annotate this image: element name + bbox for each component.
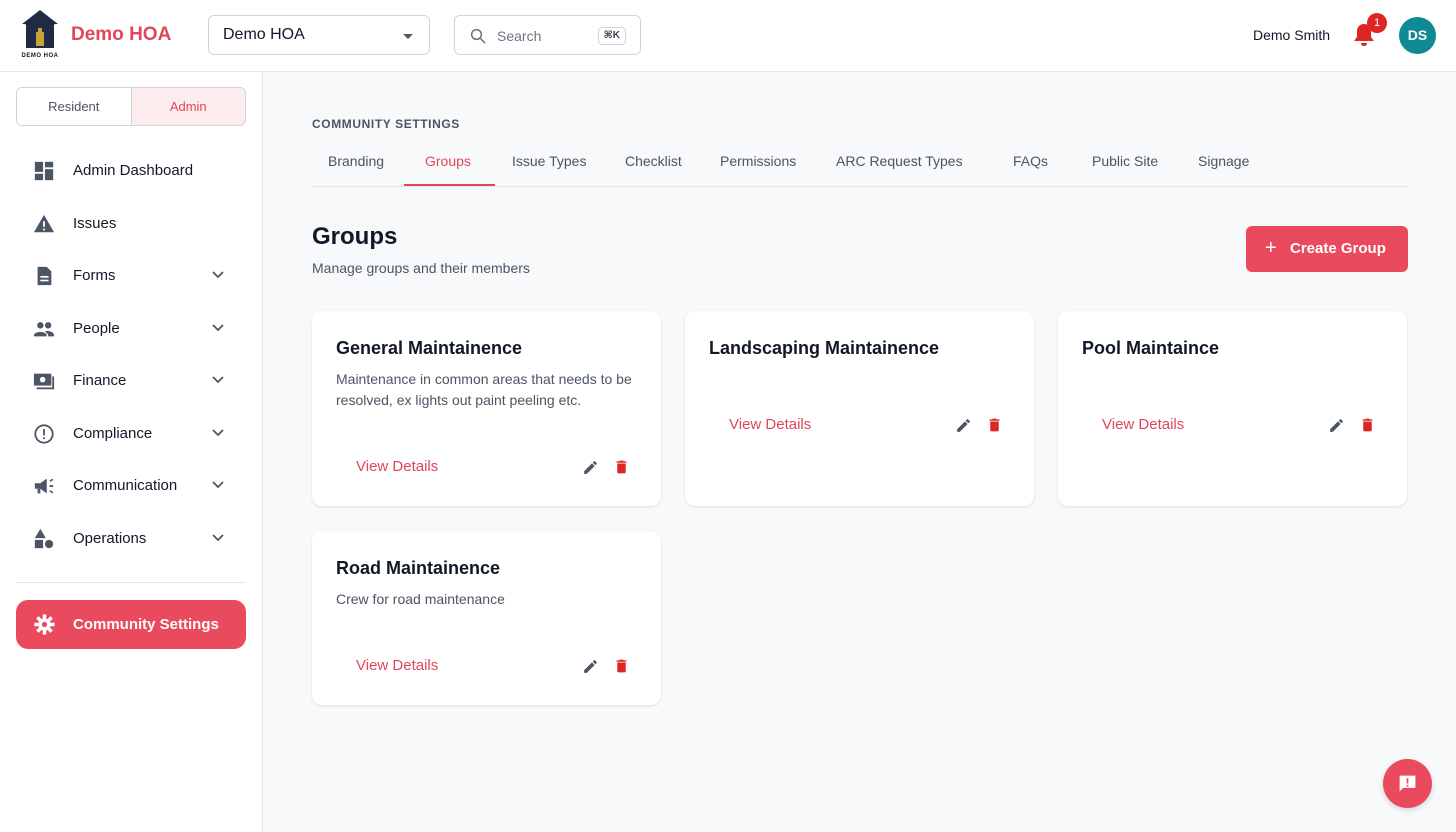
sidebar: Resident Admin Admin Dashboard Issues Fo… — [0, 72, 263, 832]
people-icon — [33, 322, 55, 337]
hoa-logo[interactable]: DEMO HOA — [18, 8, 62, 62]
logo-text: DEMO HOA — [21, 53, 59, 59]
sidebar-item-label: Forms — [73, 267, 116, 284]
sidebar-item-operations[interactable]: Operations — [16, 519, 246, 559]
shapes-icon — [34, 528, 54, 549]
edit-icon[interactable] — [955, 417, 972, 434]
money-icon — [33, 373, 55, 390]
sidebar-item-admin-dashboard[interactable]: Admin Dashboard — [16, 151, 246, 191]
group-name: General Maintainence — [336, 338, 523, 358]
sidebar-item-compliance[interactable]: Compliance — [16, 414, 246, 454]
page-subtitle: Manage groups and their members — [312, 260, 530, 276]
sidebar-item-label: People — [73, 320, 120, 337]
group-name: Landscaping Maintainence — [709, 338, 940, 358]
sidebar-item-label: Operations — [73, 530, 147, 547]
hoa-selector-value: Demo HOA — [223, 26, 305, 43]
view-details-link[interactable]: View Details — [1102, 416, 1184, 433]
sidebar-item-finance[interactable]: Finance — [16, 361, 246, 401]
sidebar-item-label: Finance — [73, 372, 127, 389]
view-details-link[interactable]: View Details — [356, 458, 438, 475]
search-placeholder: Search — [497, 28, 542, 44]
tab-signage[interactable]: Signage — [1198, 153, 1249, 169]
warning-icon — [33, 214, 55, 233]
chat-support-button[interactable] — [1383, 759, 1432, 808]
sidebar-item-label: Issues — [73, 215, 117, 232]
notification-count-badge: 1 — [1367, 13, 1387, 33]
trash-icon[interactable] — [1359, 416, 1376, 434]
chevron-down-icon — [212, 271, 224, 279]
caret-down-icon — [403, 34, 413, 39]
sidebar-divider — [16, 582, 246, 583]
sidebar-item-issues[interactable]: Issues — [16, 204, 246, 244]
trash-icon[interactable] — [986, 416, 1003, 434]
group-name: Road Maintainence — [336, 558, 501, 578]
tab-arc-request-types[interactable]: ARC Request Types — [836, 153, 963, 169]
top-header: DEMO HOA Demo HOA Demo HOA Search ⌘K Dem… — [0, 0, 1456, 72]
create-group-button[interactable]: + Create Group — [1246, 226, 1408, 272]
chevron-down-icon — [212, 376, 224, 384]
group-card: Landscaping Maintainence View Details — [685, 311, 1034, 506]
resident-toggle-button[interactable]: Resident — [17, 88, 132, 125]
admin-toggle-button[interactable]: Admin — [131, 88, 245, 125]
active-tab-indicator — [404, 184, 495, 186]
tab-issue-types[interactable]: Issue Types — [512, 153, 586, 169]
user-name[interactable]: Demo Smith — [1253, 27, 1330, 43]
trash-icon[interactable] — [613, 458, 630, 476]
tab-branding[interactable]: Branding — [328, 153, 384, 169]
edit-icon[interactable] — [582, 658, 599, 675]
group-card: Pool Maintaince View Details — [1058, 311, 1407, 506]
view-details-link[interactable]: View Details — [356, 657, 438, 674]
search-box[interactable]: Search ⌘K — [454, 15, 641, 55]
page-title: Groups — [312, 223, 398, 250]
brand-name[interactable]: Demo HOA — [71, 24, 171, 46]
sidebar-item-label: Compliance — [73, 425, 153, 442]
tab-groups[interactable]: Groups — [425, 153, 471, 169]
group-description: Maintenance in common areas that needs t… — [336, 371, 632, 408]
house-logo-icon — [22, 10, 58, 48]
tab-faqs[interactable]: FAQs — [1013, 153, 1048, 169]
avatar[interactable]: DS — [1399, 17, 1436, 54]
alert-circle-icon — [34, 424, 54, 444]
search-icon — [470, 28, 486, 44]
tab-permissions[interactable]: Permissions — [720, 153, 796, 169]
sidebar-item-label: Communication — [73, 477, 178, 494]
search-shortcut-badge: ⌘K — [597, 27, 626, 45]
sidebar-item-forms[interactable]: Forms — [16, 256, 246, 296]
group-card: General Maintainence Maintenance in comm… — [312, 311, 661, 506]
role-toggle: Resident Admin — [16, 87, 246, 126]
megaphone-icon — [34, 478, 54, 494]
sidebar-item-label: Admin Dashboard — [73, 162, 194, 179]
sidebar-item-people[interactable]: People — [16, 309, 246, 349]
edit-icon[interactable] — [582, 459, 599, 476]
edit-icon[interactable] — [1328, 417, 1345, 434]
view-details-link[interactable]: View Details — [729, 416, 811, 433]
chevron-down-icon — [212, 324, 224, 332]
create-group-label: Create Group — [1290, 240, 1386, 257]
sidebar-item-label: Community Settings — [73, 616, 219, 633]
dashboard-icon — [34, 161, 54, 181]
chevron-down-icon — [212, 481, 224, 489]
group-name: Pool Maintaince — [1082, 338, 1220, 358]
sidebar-item-community-settings[interactable]: Community Settings — [16, 600, 246, 649]
chevron-down-icon — [212, 429, 224, 437]
chat-bubble-icon — [1399, 775, 1416, 792]
group-card: Road Maintainence Crew for road maintena… — [312, 531, 661, 705]
sidebar-item-communication[interactable]: Communication — [16, 466, 246, 506]
gear-icon — [34, 614, 55, 635]
hoa-selector[interactable]: Demo HOA — [208, 15, 430, 55]
settings-tabs: Branding Groups Issue Types Checklist Pe… — [312, 140, 1408, 187]
group-description: Crew for road maintenance — [336, 591, 505, 607]
document-icon — [37, 266, 52, 286]
section-eyebrow: COMMUNITY SETTINGS — [312, 117, 460, 131]
plus-icon: + — [1265, 237, 1277, 259]
trash-icon[interactable] — [613, 657, 630, 675]
chevron-down-icon — [212, 534, 224, 542]
tab-checklist[interactable]: Checklist — [625, 153, 682, 169]
tab-public-site[interactable]: Public Site — [1092, 153, 1158, 169]
